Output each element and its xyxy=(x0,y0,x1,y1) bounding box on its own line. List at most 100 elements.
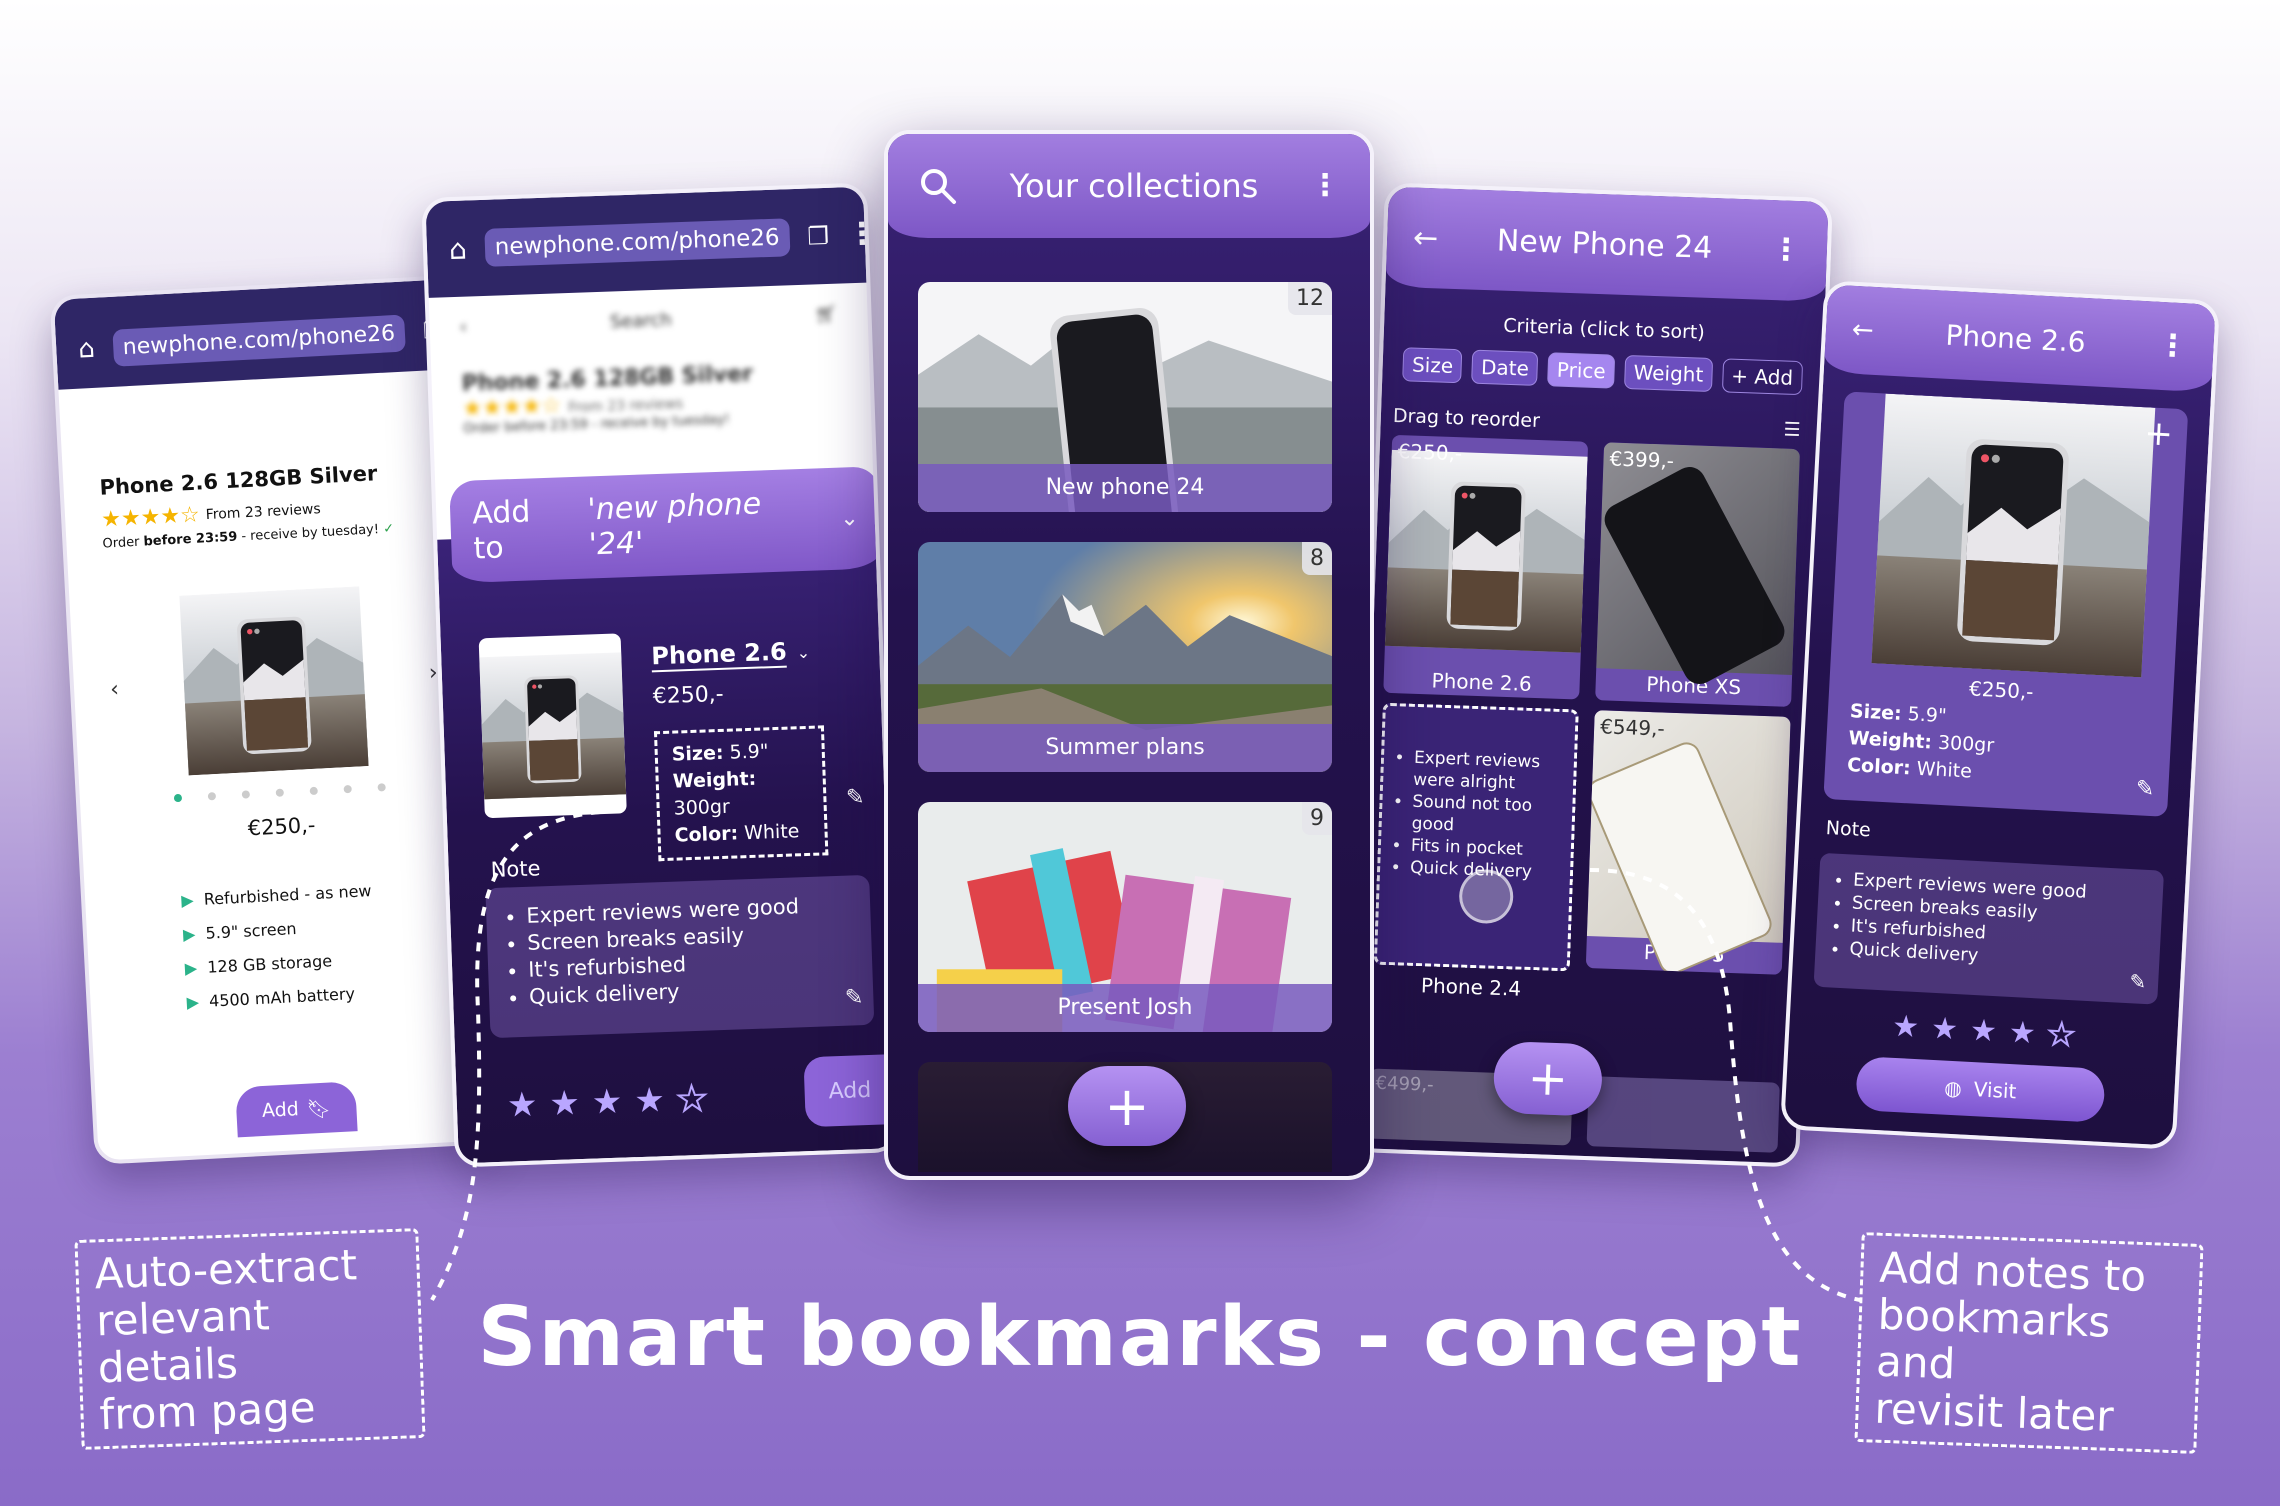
rating-display[interactable]: ★ ★ ★ ★ ★ xyxy=(1789,1003,2178,1058)
star-icon[interactable]: ★ xyxy=(1969,1013,1998,1049)
more-options-icon[interactable]: ⋮ xyxy=(2157,328,2189,365)
list-view-icon[interactable]: ☰ xyxy=(1783,419,1801,442)
screen-your-collections: Your collections ⋮ 12 New phone 24 8 Sum… xyxy=(884,130,1374,1180)
reviews-count[interactable]: From 23 reviews xyxy=(205,501,321,523)
top-bar: ← New Phone 24 ⋮ xyxy=(1385,186,1829,302)
drag-touch-indicator xyxy=(1458,868,1515,925)
item-card: + €250,- Size: 5.9" Weight: 300gr Color:… xyxy=(1823,391,2189,817)
plus-icon: + xyxy=(1526,1050,1569,1108)
collection-name: Present Josh xyxy=(918,984,1332,1032)
product-price: €250,- xyxy=(247,812,317,841)
plus-icon: + xyxy=(1104,1074,1150,1138)
add-fab-button[interactable]: + xyxy=(1492,1040,1604,1117)
chevron-down-icon[interactable]: ⌄ xyxy=(796,642,810,661)
note-box[interactable]: Expert reviews were good Screen breaks e… xyxy=(1813,852,2165,1005)
chip-add[interactable]: + Add xyxy=(1721,358,1803,396)
back-arrow-icon[interactable]: ← xyxy=(1851,315,1874,346)
item-image xyxy=(1585,710,1791,975)
screen-add-to-collection: ⌂ newphone.com/phone26 ❐ ⋮ ‹ Search 🛒︎ Pho… xyxy=(421,182,901,1168)
item-specs: Size: 5.9" Weight: 300gr Color: White xyxy=(1846,700,1995,783)
top-bar: ← Phone 2.6 ⋮ xyxy=(1823,284,2216,393)
grid-item[interactable]: €549,- Phone 5 xyxy=(1585,710,1791,975)
carousel-dots[interactable] xyxy=(116,780,444,805)
chevron-down-icon[interactable]: ⌄ xyxy=(840,506,859,532)
star-icon[interactable]: ★ xyxy=(591,1082,623,1123)
grid-item-dragging[interactable]: Expert reviews were alright Sound not to… xyxy=(1373,702,1579,1001)
edit-pencil-icon[interactable]: ✎ xyxy=(844,984,864,1012)
collection-card[interactable]: 9 Present Josh xyxy=(918,802,1332,1032)
page-title: New Phone 24 xyxy=(1496,222,1713,266)
product-thumbnail xyxy=(478,633,627,819)
collection-name: 'new phone '24' xyxy=(586,486,762,563)
feature-list: ▶ Refurbished - as new ▶ 5.9" screen ▶ 1… xyxy=(180,870,455,1020)
item-image xyxy=(1831,391,2189,679)
page-title: Your collections xyxy=(1009,167,1259,205)
collection-name: New phone 24 xyxy=(918,464,1332,512)
product-image xyxy=(169,586,378,776)
rating-stars: ★★★★☆ xyxy=(100,502,201,533)
edit-pencil-icon[interactable]: ✎ xyxy=(2129,969,2147,994)
screen-collection-detail: ← New Phone 24 ⋮ Criteria (click to sort… xyxy=(1351,182,1833,1168)
chip-weight[interactable]: Weight xyxy=(1624,354,1713,393)
star-icon[interactable]: ★ xyxy=(1930,1011,1959,1047)
note-label: Note xyxy=(490,856,541,883)
plus-icon[interactable]: + xyxy=(2143,413,2174,454)
tabs-icon[interactable]: ❐ xyxy=(807,222,829,251)
add-fab-button[interactable]: + xyxy=(1068,1066,1186,1146)
chip-date[interactable]: Date xyxy=(1471,349,1539,386)
blurred-page: ‹ Search 🛒︎ Phone 2.6 128GB Silver ★★★★☆ F… xyxy=(459,303,838,437)
url-field[interactable]: newphone.com/phone26 xyxy=(111,314,406,367)
collection-card[interactable]: 12 New phone 24 xyxy=(918,282,1332,512)
edit-pencil-icon[interactable]: ✎ xyxy=(2135,776,2155,802)
home-icon[interactable]: ⌂ xyxy=(448,232,467,266)
more-options-icon[interactable]: ⋮ xyxy=(1770,232,1801,268)
visit-button[interactable]: ◍ Visit xyxy=(1855,1056,2106,1123)
star-icon[interactable]: ★ xyxy=(549,1083,581,1124)
screen-item-detail: ← Phone 2.6 ⋮ + €250,- Size: 5.9" Weight… xyxy=(1780,280,2220,1150)
grid-item[interactable]: €250,- Phone 2.6 xyxy=(1383,434,1589,700)
add-bookmark-button[interactable]: Add 🔖︎ xyxy=(235,1081,358,1138)
chevron-left-icon[interactable]: ‹ xyxy=(110,676,120,701)
back-arrow-icon[interactable]: ← xyxy=(1413,220,1439,256)
item-image xyxy=(1596,442,1801,690)
add-to-collection-header[interactable]: Add to 'new phone '24' ⌄ xyxy=(449,466,883,584)
star-icon[interactable]: ★ xyxy=(1891,1009,1920,1045)
globe-icon: ◍ xyxy=(1943,1075,1963,1101)
star-icon[interactable]: ★ xyxy=(675,1078,709,1121)
item-grid: €250,- Phone 2.6 €399,- Phone XS Expert … xyxy=(1361,426,1820,1001)
star-icon[interactable]: ★ xyxy=(506,1085,538,1126)
item-name: Phone 2.6 xyxy=(1431,668,1533,696)
bookmark-icon: 🔖︎ xyxy=(306,1096,332,1121)
page-title: Phone 2.6 xyxy=(1944,318,2087,359)
star-icon[interactable]: ★ xyxy=(2046,1016,2077,1054)
item-count-badge: 9 xyxy=(1302,802,1332,835)
more-options-icon[interactable]: ⋮ xyxy=(846,216,877,252)
item-count-badge: 8 xyxy=(1302,542,1332,575)
collection-card[interactable]: 8 Summer plans xyxy=(918,542,1332,772)
criteria-label: Criteria (click to sort) xyxy=(1503,314,1706,344)
url-field[interactable]: newphone.com/phone26 xyxy=(484,218,791,267)
more-options-icon[interactable]: ⋮ xyxy=(1310,171,1340,201)
chip-price[interactable]: Price xyxy=(1547,352,1616,389)
note-label: Note xyxy=(1825,817,1872,842)
chip-size[interactable]: Size xyxy=(1402,347,1463,384)
extracted-specs[interactable]: Size: 5.9" Weight: 300gr Color: White xyxy=(653,725,829,862)
star-icon[interactable]: ★ xyxy=(2008,1015,2037,1051)
product-price: €250,- xyxy=(652,681,725,710)
item-count-badge: 12 xyxy=(1288,282,1332,315)
star-icon[interactable]: ★ xyxy=(634,1080,666,1121)
sort-chips: Size Date Price Weight + Add xyxy=(1382,347,1823,396)
home-icon[interactable]: ⌂ xyxy=(78,334,96,365)
note-box[interactable]: Expert reviews were good Screen breaks e… xyxy=(485,874,875,1039)
search-icon[interactable] xyxy=(918,166,958,206)
edit-pencil-icon[interactable]: ✎ xyxy=(846,785,865,811)
item-image xyxy=(1384,435,1588,668)
collection-name: Summer plans xyxy=(918,724,1332,772)
top-bar: Your collections ⋮ xyxy=(888,134,1370,238)
browser-url-bar: ⌂ newphone.com/phone26 ❐ ⋮ xyxy=(425,186,878,298)
item-name: Phone 2.4 xyxy=(1420,973,1522,1001)
product-name[interactable]: Phone 2.6 xyxy=(650,637,788,673)
rating-input[interactable]: ★ ★ ★ ★ ★ xyxy=(506,1078,709,1126)
grid-item[interactable]: €399,- Phone XS xyxy=(1595,442,1801,707)
check-icon: ✓ xyxy=(382,521,395,537)
